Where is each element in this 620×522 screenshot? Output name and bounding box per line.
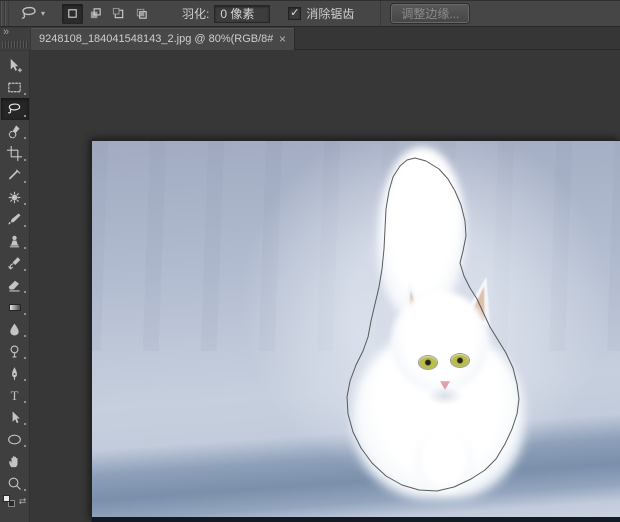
tool-eyedropper[interactable] xyxy=(1,164,29,186)
lasso-icon xyxy=(19,4,39,24)
foreground-background-colors[interactable] xyxy=(3,495,15,507)
photoshop-window: ▾ xyxy=(0,0,620,522)
tool-spot-healing-brush[interactable] xyxy=(1,186,29,208)
add-to-selection-button[interactable] xyxy=(85,4,106,24)
tool-quick-selection[interactable] xyxy=(1,120,29,142)
options-bar-grip[interactable] xyxy=(0,1,9,26)
tool-brush[interactable] xyxy=(1,208,29,230)
crop-icon xyxy=(6,145,23,162)
subtract-from-selection-icon xyxy=(112,7,125,20)
intersect-selection-button[interactable] xyxy=(131,4,152,24)
lasso-icon xyxy=(6,101,23,118)
watermark-strip xyxy=(92,517,620,522)
tool-clone-stamp[interactable] xyxy=(1,230,29,252)
antialias-label: 消除锯齿 xyxy=(306,5,354,22)
tool-move[interactable] xyxy=(1,54,29,76)
rectangular-marquee-icon xyxy=(6,79,23,96)
refine-edge-button[interactable]: 调整边缘... xyxy=(391,4,469,23)
tool-zoom[interactable] xyxy=(1,472,29,494)
foreground-color-swatch xyxy=(3,495,10,502)
path-selection-icon xyxy=(6,409,23,426)
document-tab-bar: » 9248108_184041548143_2.jpg @ 80%(RGB/8… xyxy=(0,28,620,50)
lasso-selection-outline xyxy=(347,158,519,491)
selection-mode-group xyxy=(62,4,152,24)
tool-preset-picker[interactable]: ▾ xyxy=(16,3,48,25)
subtract-from-selection-button[interactable] xyxy=(108,4,129,24)
refine-edge-wrap: 调整边缘... xyxy=(380,1,469,26)
history-brush-icon xyxy=(6,255,23,272)
antialias-checkbox[interactable]: ✓ xyxy=(288,7,301,20)
tool-dodge[interactable] xyxy=(1,340,29,362)
quick-selection-icon xyxy=(6,123,23,140)
chevron-down-icon: ▾ xyxy=(41,9,45,18)
close-icon[interactable]: × xyxy=(279,33,286,45)
collapse-toolbox-icon[interactable]: » xyxy=(3,26,9,38)
toolbox: T xyxy=(0,51,30,522)
tool-ellipse[interactable] xyxy=(1,428,29,450)
tool-blur[interactable] xyxy=(1,318,29,340)
tool-crop[interactable] xyxy=(1,142,29,164)
switch-colors-icon[interactable]: ⇄ xyxy=(19,497,27,506)
new-selection-button[interactable] xyxy=(62,4,83,24)
gradient-icon xyxy=(9,304,21,311)
toolbox-footer: ⇄ xyxy=(3,495,27,507)
tool-eraser[interactable] xyxy=(1,274,29,296)
new-selection-icon xyxy=(66,7,79,20)
document-tab[interactable]: 9248108_184041548143_2.jpg @ 80%(RGB/8#)… xyxy=(31,28,295,50)
brush-icon xyxy=(6,211,23,228)
eyedropper-icon xyxy=(6,167,23,184)
document-tab-title: 9248108_184041548143_2.jpg @ 80%(RGB/8#)… xyxy=(39,33,273,45)
type-icon: T xyxy=(6,387,23,404)
canvas-area[interactable] xyxy=(31,51,620,522)
spot-healing-brush-icon xyxy=(6,189,23,206)
move-icon xyxy=(6,57,23,74)
cat-photo-document[interactable] xyxy=(92,141,620,522)
tool-path-selection[interactable] xyxy=(1,406,29,428)
tool-gradient[interactable] xyxy=(1,296,29,318)
hand-icon xyxy=(6,453,23,470)
antialias-option: ✓ 消除锯齿 xyxy=(288,5,354,22)
tool-options-bar: ▾ xyxy=(0,0,620,27)
add-to-selection-icon xyxy=(89,7,102,20)
selection-overlay xyxy=(92,141,620,522)
clone-stamp-icon xyxy=(6,233,23,250)
ellipse-icon xyxy=(6,431,23,448)
dodge-icon xyxy=(6,343,23,360)
blur-drop-icon xyxy=(6,321,23,338)
pen-icon xyxy=(6,365,23,382)
tool-rectangular-marquee[interactable] xyxy=(1,76,29,98)
zoom-icon xyxy=(6,475,23,492)
svg-text:T: T xyxy=(11,388,19,402)
tool-horizontal-type[interactable]: T xyxy=(1,384,29,406)
eraser-icon xyxy=(6,277,23,294)
tool-lasso[interactable] xyxy=(1,98,29,120)
feather-input[interactable] xyxy=(214,5,270,23)
tool-history-brush[interactable] xyxy=(1,252,29,274)
intersect-selection-icon xyxy=(135,7,148,20)
toolbox-header: » xyxy=(0,28,30,50)
toolbox-grip[interactable] xyxy=(2,41,28,48)
feather-label: 羽化: xyxy=(182,5,209,22)
tool-pen[interactable] xyxy=(1,362,29,384)
tool-hand[interactable] xyxy=(1,450,29,472)
